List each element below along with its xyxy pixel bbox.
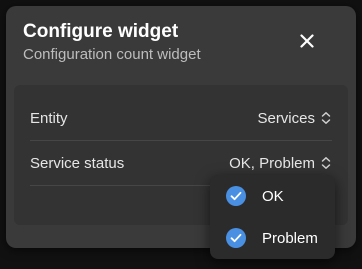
entity-row: Entity Services — [30, 96, 332, 141]
up-down-chevron-icon — [321, 157, 331, 169]
service-status-value: OK, Problem — [229, 154, 315, 172]
entity-value: Services — [257, 109, 315, 127]
option-label: OK — [262, 187, 284, 205]
option-problem[interactable]: Problem — [210, 219, 335, 257]
checkmark-icon — [226, 228, 246, 248]
entity-select[interactable]: Services — [257, 110, 332, 127]
entity-label: Entity — [30, 109, 68, 127]
dialog-subtitle: Configuration count widget — [23, 46, 201, 63]
close-button[interactable] — [294, 28, 320, 54]
option-label: Problem — [262, 229, 318, 247]
service-status-select[interactable]: OK, Problem — [229, 155, 332, 172]
dialog-title: Configure widget — [23, 21, 179, 42]
service-status-label: Service status — [30, 154, 125, 172]
option-ok[interactable]: OK — [210, 177, 335, 215]
close-icon — [300, 34, 314, 48]
up-down-chevron-icon — [321, 112, 331, 124]
service-status-dropdown: OK Problem — [210, 175, 335, 259]
checkmark-icon — [226, 186, 246, 206]
